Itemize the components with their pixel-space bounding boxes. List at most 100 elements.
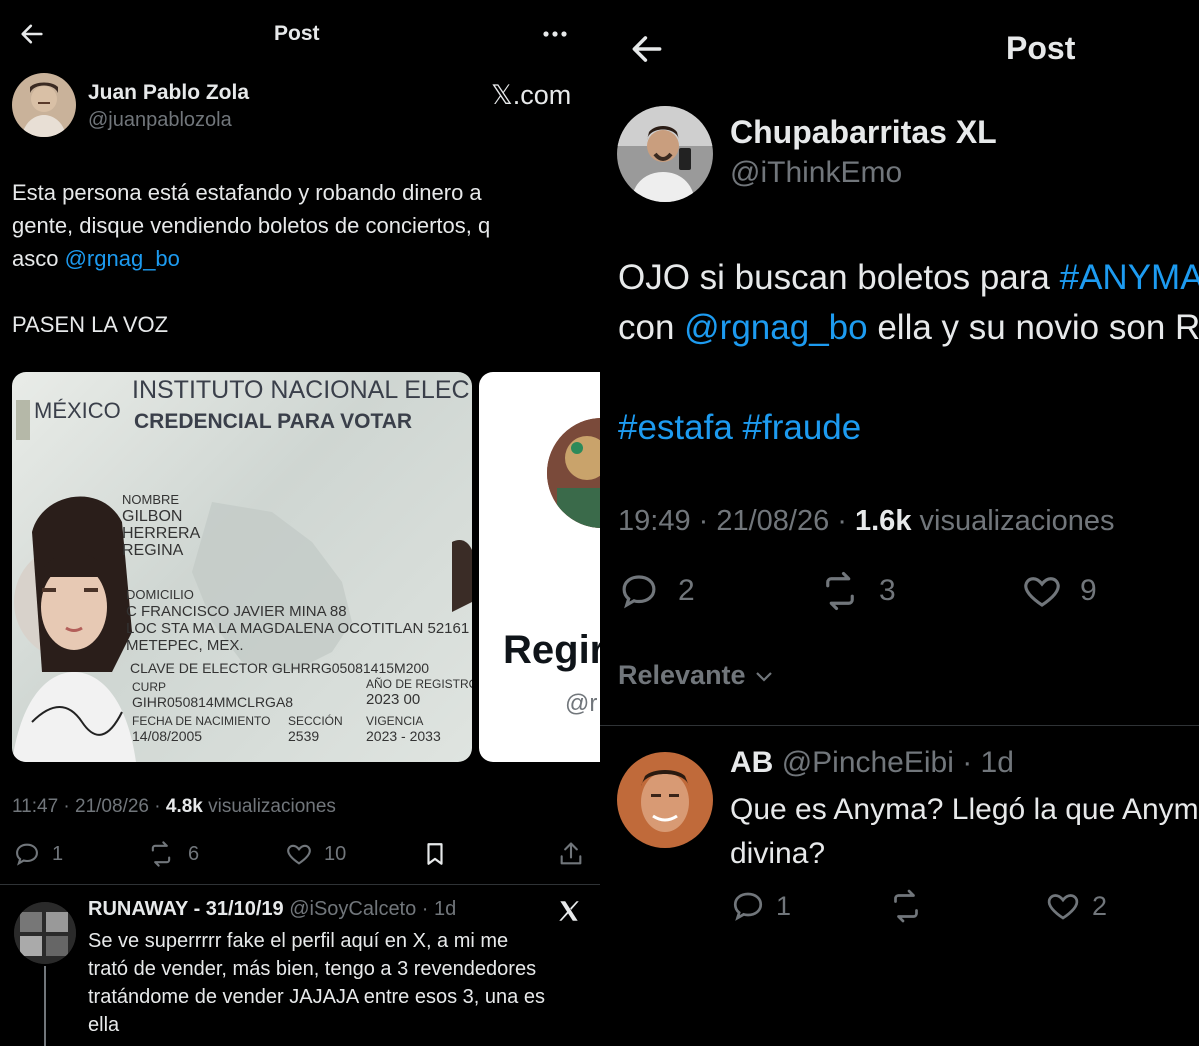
- tweet-line: Esta persona está estafando y robando di…: [12, 180, 482, 205]
- back-arrow-icon[interactable]: [18, 20, 46, 48]
- reply-count: 1: [776, 890, 792, 921]
- author-name[interactable]: Juan Pablo Zola: [88, 81, 249, 105]
- reply-avatar[interactable]: [14, 902, 76, 964]
- reply-retweet-action[interactable]: [886, 888, 926, 924]
- tweet-text-segment: con: [618, 308, 685, 347]
- reply-action[interactable]: 2: [618, 570, 695, 612]
- tweet-text: OJO si buscan boletos para #ANYMA con @r…: [618, 253, 1199, 453]
- view-count: 1.6k: [855, 505, 912, 537]
- id-value: 2023 - 2033: [366, 728, 441, 744]
- author-name[interactable]: Chupabarritas XL: [730, 114, 997, 151]
- heart-icon: [1044, 888, 1082, 924]
- id-value: GILBON: [122, 508, 183, 525]
- id-clave: CLAVE DE ELECTOR GLHRRG05081415M200: [130, 660, 430, 676]
- mention-link[interactable]: @rgnag_bo: [684, 308, 867, 347]
- like-action[interactable]: 9: [1020, 570, 1097, 612]
- avatar[interactable]: [617, 106, 713, 202]
- reply-author-name[interactable]: RUNAWAY - 31/10/19: [88, 898, 284, 920]
- id-institute: INSTITUTO NACIONAL ELEC: [132, 376, 470, 404]
- id-fecha-block: FECHA DE NACIMIENTO 14/08/2005: [132, 714, 270, 744]
- mention-link[interactable]: @rgnag_bo: [65, 246, 180, 271]
- reply-avatar[interactable]: [617, 752, 713, 848]
- back-arrow-icon[interactable]: [628, 30, 666, 68]
- id-value: LOC STA MA LA MAGDALENA OCOTITLAN 52161: [126, 620, 470, 637]
- more-options-icon[interactable]: [540, 24, 570, 44]
- thread-line: [44, 966, 46, 1046]
- post-time: 19:49 · 21/08/26 ·: [618, 505, 855, 537]
- reply-icon: [730, 888, 766, 924]
- reply-header: AB @PincheEibi · 1d: [730, 746, 1014, 780]
- profile-card-avatar: [547, 418, 600, 528]
- page-title: Post: [1006, 30, 1076, 66]
- id-value: 14/08/2005: [132, 728, 203, 744]
- sort-dropdown[interactable]: Relevante: [618, 660, 774, 691]
- heart-icon: [284, 840, 314, 868]
- id-label: FECHA DE NACIMIENTO: [132, 714, 271, 728]
- tweet-line: OJO si buscan boletos para #ANYMA: [618, 253, 1199, 303]
- page-title: Post: [274, 22, 320, 45]
- bookmark-icon[interactable]: [422, 840, 448, 868]
- reply-author-handle[interactable]: @PincheEibi · 1d: [782, 746, 1014, 779]
- id-value: 2023 00: [366, 691, 421, 708]
- tweet-line: PASEN LA VOZ: [12, 312, 169, 337]
- reply-icon: [12, 840, 42, 868]
- author-handle[interactable]: @iThinkEmo: [730, 156, 902, 190]
- divider: [0, 884, 600, 885]
- like-action[interactable]: 10: [284, 840, 346, 868]
- hashtag-links[interactable]: #estafa #fraude: [618, 403, 1199, 453]
- tweet-line: gente, disque vendiendo boletos de conci…: [12, 213, 491, 238]
- id-country: MÉXICO: [34, 398, 121, 423]
- x-watermark: 𝕏.com: [491, 80, 572, 110]
- id-name-block: NOMBRE GILBON HERRERA REGINA: [122, 491, 200, 559]
- reply-author-handle[interactable]: @iSoyCalceto · 1d: [289, 898, 456, 920]
- id-label: SECCIÓN: [288, 714, 343, 728]
- avatar[interactable]: [12, 73, 76, 137]
- hashtag-link[interactable]: #ANYMA: [1060, 258, 1199, 297]
- reply-line: tratándome de vender JAJAJA entre esos 3…: [88, 986, 545, 1008]
- reply-action[interactable]: 1: [12, 840, 63, 868]
- tweet-text-segment: ella y su novio son R: [867, 308, 1199, 347]
- reply-line: divina?: [730, 837, 826, 870]
- reply-line: trató de vender, más bien, tengo a 3 rev…: [88, 958, 537, 980]
- id-label: DOMICILIO: [126, 587, 194, 602]
- reply-header: RUNAWAY - 31/10/19 @iSoyCalceto · 1d: [88, 898, 456, 921]
- reply-like-action[interactable]: 2: [1044, 888, 1107, 924]
- id-value: GIHR050814MMCLRGA8: [132, 694, 294, 710]
- id-label: VIGENCIA: [366, 714, 424, 728]
- tweet-line: con @rgnag_bo ella y su novio son R: [618, 303, 1199, 353]
- tweet-line: asco @rgnag_bo: [12, 242, 592, 275]
- author-handle[interactable]: @juanpablozola: [88, 109, 232, 132]
- share-icon[interactable]: [557, 840, 585, 868]
- like-count: 10: [324, 842, 347, 865]
- post-meta: 11:47 · 21/08/26 · 4.8k visualizaciones: [12, 796, 336, 818]
- heart-icon: [1020, 570, 1064, 612]
- reply-author-name[interactable]: AB: [730, 746, 773, 779]
- like-count: 9: [1080, 574, 1097, 607]
- retweet-icon: [817, 570, 863, 612]
- reply-count: 2: [678, 574, 695, 607]
- media-image-profile-card[interactable]: Regir @r: [479, 372, 600, 762]
- chevron-down-icon: [754, 669, 774, 683]
- like-count: 2: [1092, 890, 1108, 921]
- reply-line: Se ve superrrrr fake el perfil aquí en X…: [88, 930, 509, 952]
- id-value: REGINA: [122, 542, 184, 559]
- media-image-id-card[interactable]: MÉXICO INSTITUTO NACIONAL ELEC CREDENCIA…: [12, 372, 472, 762]
- id-value: METEPEC, MEX.: [126, 637, 244, 654]
- post-time: 11:47 · 21/08/26 ·: [12, 796, 166, 817]
- reply-line: ella: [88, 1014, 120, 1036]
- id-ano-block: AÑO DE REGISTRO 2023 00: [366, 676, 472, 708]
- id-address-block: DOMICILIO C FRANCISCO JAVIER MINA 88 LOC…: [126, 586, 469, 654]
- retweet-action[interactable]: 6: [146, 840, 199, 868]
- id-seccion-block: SECCIÓN 2539: [288, 714, 343, 744]
- id-credential: CREDENCIAL PARA VOTAR: [134, 410, 413, 433]
- retweet-count: 6: [188, 842, 200, 865]
- retweet-count: 3: [879, 574, 896, 607]
- reply-icon: [618, 570, 660, 612]
- reply-reply-action[interactable]: 1: [730, 888, 791, 924]
- profile-card-name: Regir: [503, 628, 600, 672]
- retweet-action[interactable]: 3: [817, 570, 896, 612]
- view-count: 4.8k: [165, 796, 203, 817]
- id-label: AÑO DE REGISTRO: [366, 677, 472, 691]
- views-label: visualizaciones: [202, 796, 336, 817]
- retweet-icon: [886, 888, 926, 924]
